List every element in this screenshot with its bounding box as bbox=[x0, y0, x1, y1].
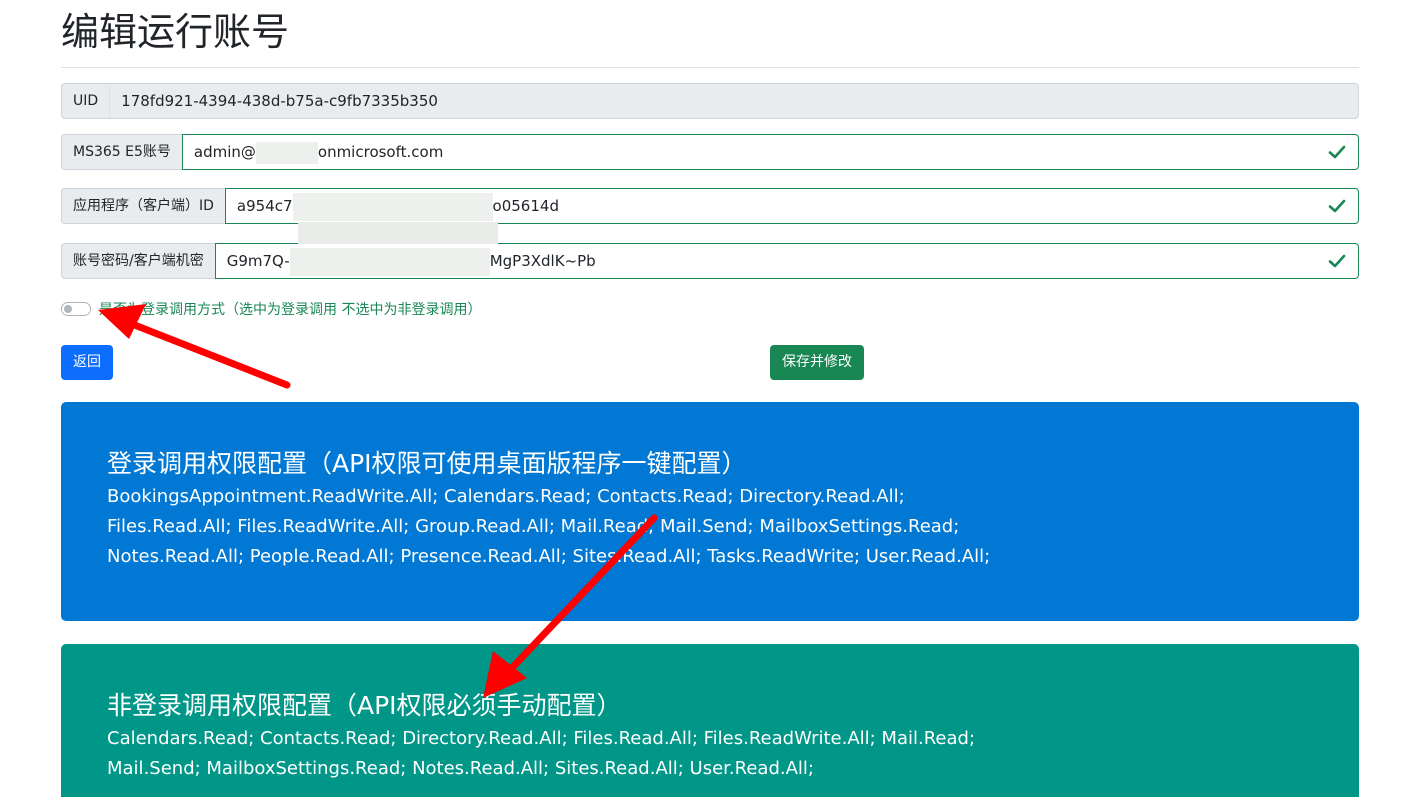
login-mode-toggle-row: 是否为登录调用方式（选中为登录调用 不选中为非登录调用） bbox=[61, 298, 481, 320]
account-input[interactable]: admin@ onmicrosoft.com bbox=[181, 134, 1359, 170]
login-permissions-line: Notes.Read.All; People.Read.All; Presenc… bbox=[107, 546, 991, 567]
redaction-block bbox=[298, 222, 498, 244]
login-permissions-title: 登录调用权限配置（API权限可使用桌面版程序一键配置） bbox=[107, 449, 747, 478]
client-id-value-end: o05614d bbox=[492, 197, 559, 215]
secret-input[interactable]: G9m7Q- MgP3XdlK~Pb bbox=[214, 243, 1359, 279]
nonlogin-permissions-panel: 非登录调用权限配置（API权限必须手动配置） Calendars.Read; C… bbox=[61, 644, 1359, 797]
switch-knob bbox=[64, 305, 72, 313]
client-id-value-start: a954c7 bbox=[236, 197, 293, 215]
secret-label: 账号密码/客户端机密 bbox=[61, 243, 215, 279]
account-value-start: admin@ bbox=[193, 143, 256, 161]
secret-value-start: G9m7Q- bbox=[226, 252, 290, 270]
login-permissions-line: BookingsAppointment.ReadWrite.All; Calen… bbox=[107, 486, 905, 507]
valid-check-icon bbox=[1328, 254, 1346, 268]
secret-redacted bbox=[289, 247, 490, 276]
secret-value-end: MgP3XdlK~Pb bbox=[489, 252, 596, 270]
account-field-group: MS365 E5账号 admin@ onmicrosoft.com bbox=[61, 134, 1359, 170]
valid-check-icon bbox=[1328, 145, 1346, 159]
client-id-redacted bbox=[292, 192, 493, 221]
uid-label: UID bbox=[61, 83, 111, 119]
client-id-input[interactable]: a954c7 o05614d bbox=[224, 188, 1359, 224]
login-permissions-panel: 登录调用权限配置（API权限可使用桌面版程序一键配置） BookingsAppo… bbox=[61, 402, 1359, 621]
login-permissions-line: Files.Read.All; Files.ReadWrite.All; Gro… bbox=[107, 516, 960, 537]
title-divider bbox=[61, 67, 1359, 68]
back-button[interactable]: 返回 bbox=[61, 345, 113, 380]
client-id-label: 应用程序（客户端）ID bbox=[61, 188, 225, 224]
uid-input: 178fd921-4394-438d-b75a-c9fb7335b350 bbox=[110, 83, 1359, 119]
edit-account-page: 编辑运行账号 UID 178fd921-4394-438d-b75a-c9fb7… bbox=[0, 0, 1414, 797]
login-mode-switch[interactable] bbox=[61, 302, 91, 316]
nonlogin-permissions-line: Calendars.Read; Contacts.Read; Directory… bbox=[107, 728, 976, 749]
page-title: 编辑运行账号 bbox=[61, 10, 290, 54]
nonlogin-permissions-line: Mail.Send; MailboxSettings.Read; Notes.R… bbox=[107, 758, 814, 779]
save-button[interactable]: 保存并修改 bbox=[770, 345, 864, 380]
valid-check-icon bbox=[1328, 199, 1346, 213]
account-label: MS365 E5账号 bbox=[61, 134, 182, 170]
login-mode-label[interactable]: 是否为登录调用方式（选中为登录调用 不选中为非登录调用） bbox=[99, 299, 481, 319]
client-id-field-group: 应用程序（客户端）ID a954c7 o05614d bbox=[61, 188, 1359, 224]
secret-field-group: 账号密码/客户端机密 G9m7Q- MgP3XdlK~Pb bbox=[61, 243, 1359, 279]
account-redacted bbox=[255, 141, 318, 164]
uid-field-group: UID 178fd921-4394-438d-b75a-c9fb7335b350 bbox=[61, 83, 1359, 119]
nonlogin-permissions-title: 非登录调用权限配置（API权限必须手动配置） bbox=[107, 691, 622, 720]
account-value-end: onmicrosoft.com bbox=[317, 143, 444, 161]
